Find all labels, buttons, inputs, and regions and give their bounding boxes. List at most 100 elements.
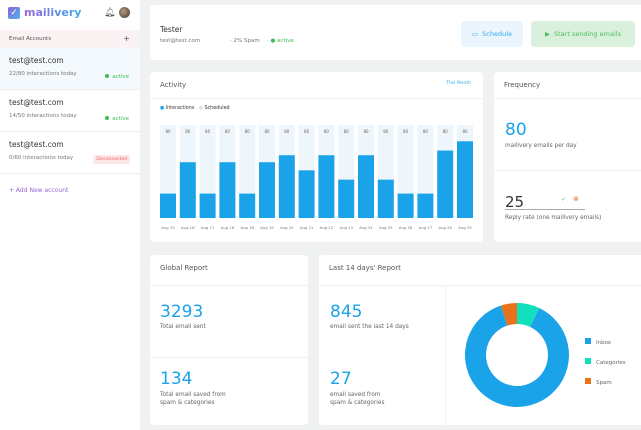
saved-value: 134: [160, 369, 193, 389]
x-tick-label: Aug 16: [181, 225, 195, 230]
saved-label: Total email saved from: [160, 392, 226, 398]
bar-value-label: 80: [185, 129, 191, 134]
activity-chart: 80 Aug 15 80 Aug 16 80 Aug 17 80 Aug 18 80 Aug 18…: [160, 125, 473, 230]
interactions-bar: [338, 179, 355, 218]
interactions-bar: [160, 193, 176, 218]
start-sending-button[interactable]: ▶ Start sending emails: [531, 21, 635, 47]
x-tick-label: Aug 27: [419, 225, 433, 230]
x-tick-label: Aug 25: [379, 225, 393, 230]
x-tick-label: Aug 26: [399, 225, 413, 230]
section-title: Email Accounts: [9, 36, 52, 42]
legend-inbox: Inbox: [596, 340, 612, 346]
logo-icon: ✓: [8, 6, 20, 19]
status-badge: active: [105, 116, 129, 122]
bell-icon[interactable]: 🔔︎: [104, 8, 115, 18]
bar-value-label: 80: [165, 129, 171, 134]
interactions-bar: [219, 162, 236, 218]
emails-per-day-value: 80: [505, 120, 527, 140]
bar-value-label: 80: [264, 129, 270, 134]
saved-label: spam & categories: [160, 400, 215, 406]
activity-card: Activity This Month ● Interactions ● Sch…: [150, 72, 483, 242]
status-badge: active: [277, 38, 294, 44]
card-title: Global Report: [160, 264, 208, 272]
interactions-bar: [437, 150, 454, 218]
legend-spam: Spam: [596, 380, 612, 386]
x-tick-label: Aug 28: [438, 225, 452, 230]
x-tick-label: Aug 29: [458, 225, 472, 230]
card-title: Frequency: [504, 81, 541, 89]
bar-value-label: 80: [245, 129, 251, 134]
bar-value-label: 80: [205, 129, 211, 134]
bar-value-label: 80: [324, 129, 330, 134]
interactions-bar: [377, 179, 394, 218]
bar-value-label: 80: [344, 129, 350, 134]
reply-rate-value: 25: [505, 193, 525, 211]
global-report-card: Global Report 3293 Total email sent 134 …: [150, 255, 308, 425]
interactions-bar: [239, 193, 256, 218]
account-item[interactable]: test@test.com 14/50 interactions today a…: [0, 90, 140, 132]
start-label: Start sending emails: [553, 30, 621, 38]
status-badge: Disconnected: [93, 155, 130, 164]
reply-rate-input[interactable]: 25 ✓ ⊗: [505, 192, 585, 211]
check-icon[interactable]: ✓: [561, 196, 566, 203]
app-name: mailivery: [24, 6, 82, 19]
account-item[interactable]: test@test.com 22/80 interactions today a…: [0, 48, 140, 90]
interactions-bar: [179, 162, 196, 218]
x-tick-label: Aug 22: [320, 225, 334, 230]
bar-value-label: 80: [383, 129, 389, 134]
cancel-icon[interactable]: ⊗: [573, 195, 579, 203]
bar-value-label: 80: [403, 129, 409, 134]
schedule-label: Schedule: [482, 30, 513, 38]
legend-categories: Categories: [596, 360, 626, 366]
emails-per-day-label: mailivery emails per day: [505, 143, 577, 149]
x-tick-label: Aug 17: [201, 225, 215, 230]
sidebar: ✓ mailivery 🔔︎ Email Accounts + test@tes…: [0, 0, 140, 430]
bar-value-label: 80: [225, 129, 231, 134]
x-tick-label: Aug 15: [161, 225, 175, 230]
x-tick-label: Aug 23: [339, 225, 353, 230]
interactions-bar: [397, 193, 414, 218]
interactions-bar: [457, 141, 473, 218]
account-email: test@test.com: [9, 56, 64, 65]
spam-rate: 2% Spam: [233, 38, 260, 44]
x-tick-label: Aug 19: [260, 225, 274, 230]
bar-value-label: 80: [423, 129, 429, 134]
total-sent-value: 3293: [160, 302, 204, 322]
x-tick-label: Aug 24: [359, 225, 373, 230]
status-badge: active: [105, 74, 129, 80]
interactions-bar: [298, 170, 315, 218]
bar-value-label: 80: [284, 129, 290, 134]
reply-rate-label: Reply rate (one mailivery emails): [505, 215, 602, 221]
play-icon: ▶: [544, 30, 550, 38]
calendar-icon: ▭: [471, 30, 479, 38]
account-name: Tester: [160, 25, 183, 34]
add-account-link[interactable]: + Add New account: [9, 187, 68, 194]
account-email: test@test.com: [160, 38, 201, 44]
bar-value-label: 80: [304, 129, 310, 134]
interactions-bar: [417, 193, 434, 218]
account-email: test@test.com: [9, 98, 64, 107]
bar-value-label: 80: [462, 129, 468, 134]
account-header-card: Tester test@test.com · 2% Spam · ● activ…: [150, 5, 641, 60]
account-email: test@test.com: [9, 140, 64, 149]
interactions-bar: [358, 155, 374, 218]
x-tick-label: Aug 21: [300, 225, 314, 230]
interactions-bar: [318, 155, 335, 218]
bar-value-label: 80: [363, 129, 369, 134]
interactions-bar: [259, 162, 275, 218]
x-tick-label: Aug 18: [240, 225, 254, 230]
avatar[interactable]: [119, 7, 130, 18]
email-accounts-header: Email Accounts +: [0, 30, 140, 48]
bar-value-label: 80: [443, 129, 449, 134]
account-item[interactable]: test@test.com 0/60 interactions today Di…: [0, 132, 140, 174]
schedule-button[interactable]: ▭ Schedule: [461, 21, 523, 47]
x-tick-label: Aug 18: [221, 225, 235, 230]
x-tick-label: Aug 20: [280, 225, 294, 230]
interactions-bar: [278, 155, 295, 218]
interactions-bar: [199, 193, 216, 218]
logo[interactable]: ✓ mailivery: [8, 6, 81, 19]
total-sent-label: Total email sent: [160, 324, 206, 330]
donut-legend: Inbox Categories Spam: [585, 333, 626, 393]
frequency-card: Frequency 80 mailivery emails per day 25…: [494, 72, 641, 242]
plus-icon[interactable]: +: [123, 34, 130, 43]
